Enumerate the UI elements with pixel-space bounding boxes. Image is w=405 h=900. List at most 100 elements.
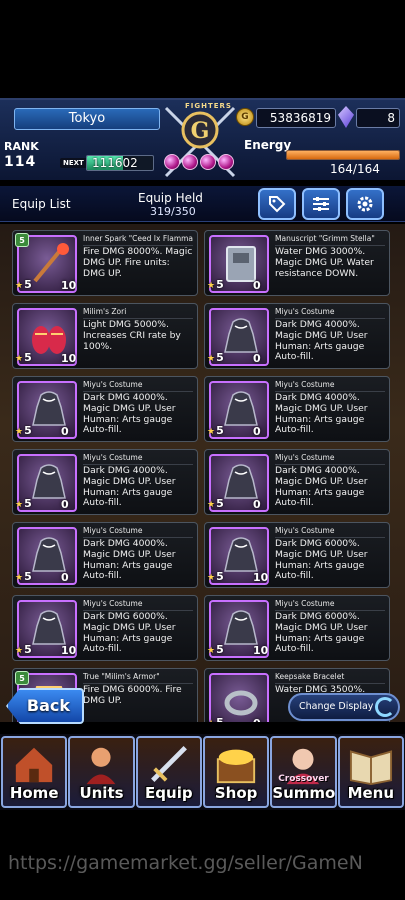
equip-card[interactable]: Miyu's Costume Dark DMG 4000%. Magic DMG … bbox=[12, 522, 198, 588]
back-button[interactable]: Back bbox=[6, 688, 84, 724]
home-icon bbox=[15, 747, 53, 783]
nav-home[interactable]: Home bbox=[1, 736, 68, 808]
settings-button[interactable] bbox=[346, 188, 384, 220]
equip-level: 0 bbox=[61, 498, 69, 511]
equip-card[interactable]: Miyu's Costume Dark DMG 6000%. Magic DMG … bbox=[12, 595, 198, 661]
energy-value: 164/164 bbox=[330, 162, 380, 176]
nav-menu[interactable]: Menu bbox=[337, 736, 404, 808]
nav-label: Home bbox=[9, 784, 59, 802]
equip-list-title: Equip List bbox=[12, 197, 71, 211]
equip-description: Dark DMG 4000%. Magic DMG UP. User Human… bbox=[83, 465, 176, 509]
equip-grid[interactable]: Inner Spark "Ceed Ix Flamma" Fire DMG 800… bbox=[0, 224, 405, 722]
limit-break-badge: 5 bbox=[15, 233, 29, 247]
rarity-star: 5 bbox=[207, 643, 224, 656]
rarity-star: 5 bbox=[207, 570, 224, 583]
equip-level: 0 bbox=[253, 425, 261, 438]
gold-coin-icon: G bbox=[236, 108, 254, 126]
equip-name: Keepsake Bracelet bbox=[275, 672, 385, 684]
nav-sublabel: Crossover bbox=[278, 774, 329, 784]
bottom-nav: Home Units Equip Shop CrossoverSummon Menu bbox=[0, 734, 405, 810]
equip-name: Miyu's Costume bbox=[83, 453, 193, 465]
equip-level: 0 bbox=[61, 425, 69, 438]
gear-icon bbox=[357, 196, 373, 212]
tag-icon bbox=[269, 196, 286, 213]
nav-label: Summon bbox=[272, 784, 336, 802]
status-header: Tokyo RANK 114 NEXT 111602 G FIGHTERS G … bbox=[0, 98, 405, 180]
equip-level: 10 bbox=[61, 352, 77, 365]
equip-description: Water DMG 3000%. Magic DMG UP. Water res… bbox=[275, 246, 374, 279]
rarity-star: 5 bbox=[15, 570, 32, 583]
location-label[interactable]: Tokyo bbox=[14, 108, 160, 130]
nav-label: Shop bbox=[214, 784, 258, 802]
equip-level: 0 bbox=[253, 717, 261, 722]
equip-level: 0 bbox=[253, 352, 261, 365]
orb-icon bbox=[182, 154, 198, 170]
rarity-star: 5 bbox=[15, 351, 32, 364]
equip-held-value: 319/350 bbox=[150, 205, 196, 218]
equip-held-label: Equip Held bbox=[138, 191, 203, 205]
equip-level: 0 bbox=[253, 279, 261, 292]
logo-letter: G bbox=[191, 118, 210, 144]
equip-card[interactable]: Miyu's Costume Dark DMG 4000%. Magic DMG … bbox=[204, 303, 390, 369]
nav-equip[interactable]: Equip bbox=[135, 736, 202, 808]
equip-description: Dark DMG 4000%. Magic DMG UP. User Human… bbox=[275, 392, 368, 436]
next-exp-value: 111602 bbox=[92, 156, 138, 170]
rarity-star: 5 bbox=[207, 278, 224, 291]
refresh-icon bbox=[375, 697, 395, 717]
energy-label: Energy bbox=[244, 138, 292, 152]
equip-card[interactable]: Miyu's Costume Dark DMG 4000%. Magic DMG … bbox=[12, 449, 198, 515]
rank-value: 114 bbox=[4, 154, 37, 170]
equip-card[interactable]: Miyu's Costume Dark DMG 6000%. Magic DMG … bbox=[204, 595, 390, 661]
equip-name: Manuscript "Grimm Stella" bbox=[275, 234, 385, 246]
rarity-star: 5 bbox=[207, 716, 224, 722]
equip-description: Dark DMG 6000%. Magic DMG UP. User Human… bbox=[275, 538, 368, 582]
rarity-star: 5 bbox=[207, 351, 224, 364]
tag-button[interactable] bbox=[258, 188, 296, 220]
equip-description: Dark DMG 6000%. Magic DMG UP. User Human… bbox=[83, 611, 176, 655]
equip-level: 0 bbox=[61, 571, 69, 584]
equip-name: Miyu's Costume bbox=[83, 380, 193, 392]
rarity-star: 5 bbox=[15, 424, 32, 437]
equip-description: Dark DMG 6000%. Magic DMG UP. User Human… bbox=[275, 611, 368, 655]
rarity-star: 5 bbox=[15, 497, 32, 510]
nav-units[interactable]: Units bbox=[68, 736, 135, 808]
equip-card[interactable]: Miyu's Costume Dark DMG 4000%. Magic DMG … bbox=[12, 376, 198, 442]
units-icon bbox=[86, 747, 116, 785]
equip-card[interactable]: Milim's Zori Light DMG 5000%. Increases C… bbox=[12, 303, 198, 369]
equip-level: 10 bbox=[253, 644, 269, 657]
equip-name: Miyu's Costume bbox=[83, 526, 193, 538]
equip-name: Inner Spark "Ceed Ix Flamma" bbox=[83, 234, 193, 246]
next-label: NEXT bbox=[60, 158, 87, 168]
equip-description: Dark DMG 4000%. Magic DMG UP. User Human… bbox=[275, 465, 368, 509]
logo-text: FIGHTERS bbox=[185, 102, 232, 110]
equip-level: 0 bbox=[253, 498, 261, 511]
equip-card[interactable]: Miyu's Costume Dark DMG 6000%. Magic DMG … bbox=[204, 522, 390, 588]
equip-name: Miyu's Costume bbox=[275, 380, 385, 392]
equip-description: Light DMG 5000%. Increases CRI rate by 1… bbox=[83, 319, 181, 352]
filter-button[interactable] bbox=[302, 188, 340, 220]
limit-break-badge: 5 bbox=[15, 671, 29, 685]
equip-level: 10 bbox=[253, 571, 269, 584]
nav-summon[interactable]: CrossoverSummon bbox=[270, 736, 337, 808]
equip-card[interactable]: Miyu's Costume Dark DMG 4000%. Magic DMG … bbox=[204, 449, 390, 515]
watermark-text: https://gamemarket.gg/seller/GameN bbox=[8, 852, 363, 874]
rarity-star: 5 bbox=[15, 643, 32, 656]
gold-amount: 53836819 bbox=[256, 108, 336, 128]
nav-shop[interactable]: Shop bbox=[202, 736, 270, 808]
change-display-button[interactable]: Change Display bbox=[288, 693, 400, 721]
equip-name: Milim's Zori bbox=[83, 307, 193, 319]
equip-name: Miyu's Costume bbox=[275, 599, 385, 611]
rarity-star: 5 bbox=[207, 497, 224, 510]
equip-description: Dark DMG 4000%. Magic DMG UP. User Human… bbox=[83, 392, 176, 436]
book-open-icon bbox=[349, 750, 392, 786]
equip-description: Fire DMG 8000%. Magic DMG UP. Fire units… bbox=[83, 246, 193, 279]
sword-icon bbox=[150, 746, 187, 782]
equip-card[interactable]: Inner Spark "Ceed Ix Flamma" Fire DMG 800… bbox=[12, 230, 198, 296]
equip-description: Dark DMG 4000%. Magic DMG UP. User Human… bbox=[275, 319, 368, 363]
equip-list-bar: Equip List Equip Held 319/350 bbox=[0, 186, 405, 222]
equip-level: 10 bbox=[61, 644, 77, 657]
equip-card[interactable]: Miyu's Costume Dark DMG 4000%. Magic DMG … bbox=[204, 376, 390, 442]
equip-card[interactable]: Manuscript "Grimm Stella" Water DMG 3000%… bbox=[204, 230, 390, 296]
equip-level: 10 bbox=[61, 279, 77, 292]
gem-amount[interactable]: 8 bbox=[356, 108, 400, 128]
